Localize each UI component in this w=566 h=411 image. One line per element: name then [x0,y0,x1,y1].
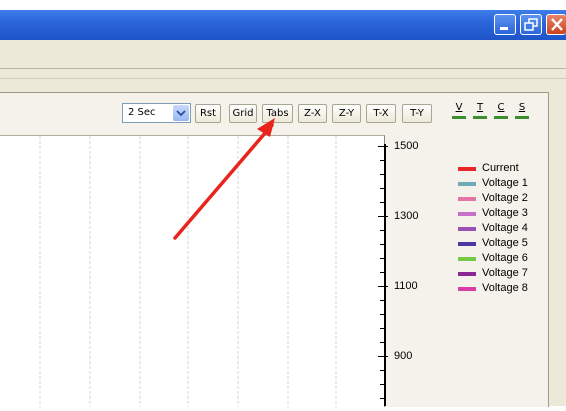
annotation-arrow [173,118,275,240]
